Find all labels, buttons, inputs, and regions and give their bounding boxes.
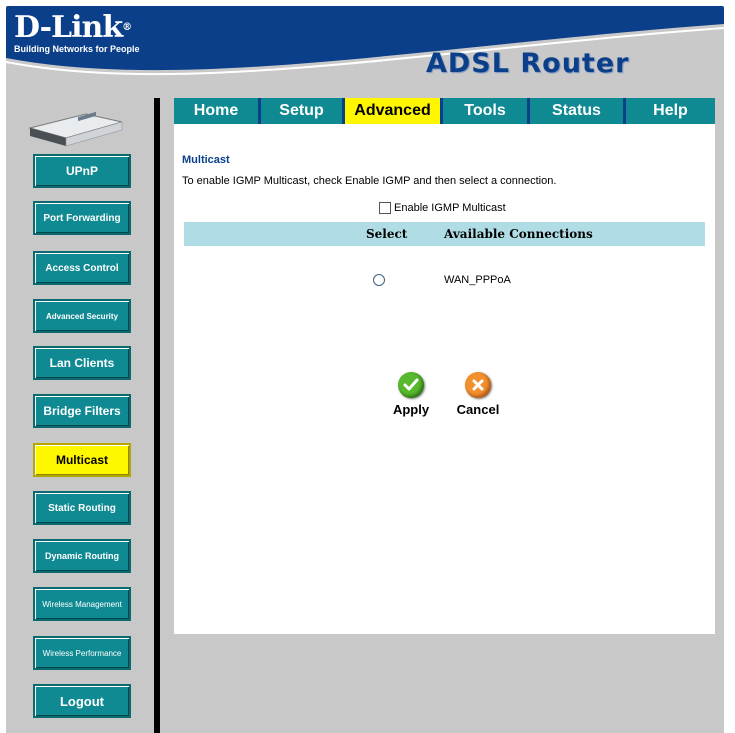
- right-border-strip: [724, 98, 735, 733]
- column-header-select: Select: [366, 227, 408, 241]
- nav-wireless-performance[interactable]: Wireless Performance: [33, 636, 131, 670]
- router-device-image: [28, 111, 123, 147]
- header-banner: D-Link® Building Networks for People ADS…: [6, 6, 724, 98]
- connection-name: WAN_PPPoA: [444, 274, 511, 286]
- enable-igmp-row: Enable IGMP Multicast: [379, 202, 506, 214]
- connection-select-radio[interactable]: [373, 274, 385, 286]
- connections-table-header: Select Available Connections: [184, 222, 705, 246]
- tab-advanced[interactable]: Advanced: [345, 98, 443, 124]
- enable-igmp-checkbox[interactable]: [379, 202, 391, 214]
- nav-upnp[interactable]: UPnP: [33, 154, 131, 188]
- logo-tagline: Building Networks for People: [14, 44, 140, 54]
- nav-advanced-security[interactable]: Advanced Security: [33, 299, 131, 333]
- tab-tools[interactable]: Tools: [443, 98, 530, 124]
- multicast-panel: Multicast To enable IGMP Multicast, chec…: [174, 124, 715, 634]
- logo-brand: D-Link: [14, 10, 123, 45]
- nav-bridge-filters[interactable]: Bridge Filters: [33, 394, 131, 428]
- checkmark-icon: [398, 372, 424, 398]
- apply-button[interactable]: Apply: [389, 372, 433, 417]
- top-tab-bar: Home Setup Advanced Tools Status Help: [174, 98, 715, 124]
- nav-logout[interactable]: Logout: [33, 684, 131, 718]
- cancel-label: Cancel: [456, 402, 500, 417]
- nav-access-control[interactable]: Access Control: [33, 251, 131, 285]
- close-icon: [465, 372, 491, 398]
- section-description: To enable IGMP Multicast, check Enable I…: [182, 175, 557, 187]
- tab-home[interactable]: Home: [174, 98, 261, 124]
- router-admin-page: D-Link® Building Networks for People ADS…: [0, 0, 735, 733]
- product-title: ADSL Router: [426, 48, 630, 79]
- nav-port-forwarding[interactable]: Port Forwarding: [33, 201, 131, 235]
- nav-multicast[interactable]: Multicast: [33, 443, 131, 477]
- nav-lan-clients[interactable]: Lan Clients: [33, 346, 131, 380]
- nav-wireless-management[interactable]: Wireless Management: [33, 587, 131, 621]
- logo-registered-mark: ®: [122, 22, 132, 33]
- tab-help[interactable]: Help: [626, 98, 715, 124]
- nav-static-routing[interactable]: Static Routing: [33, 491, 131, 525]
- enable-igmp-label[interactable]: Enable IGMP Multicast: [394, 202, 506, 214]
- tab-status[interactable]: Status: [530, 98, 626, 124]
- section-title: Multicast: [182, 154, 230, 166]
- tab-setup[interactable]: Setup: [261, 98, 345, 124]
- nav-dynamic-routing[interactable]: Dynamic Routing: [33, 539, 131, 573]
- dlink-logo: D-Link® Building Networks for People: [14, 10, 140, 55]
- column-header-available-connections: Available Connections: [444, 227, 593, 241]
- cancel-button[interactable]: Cancel: [454, 372, 502, 417]
- apply-label: Apply: [392, 402, 430, 417]
